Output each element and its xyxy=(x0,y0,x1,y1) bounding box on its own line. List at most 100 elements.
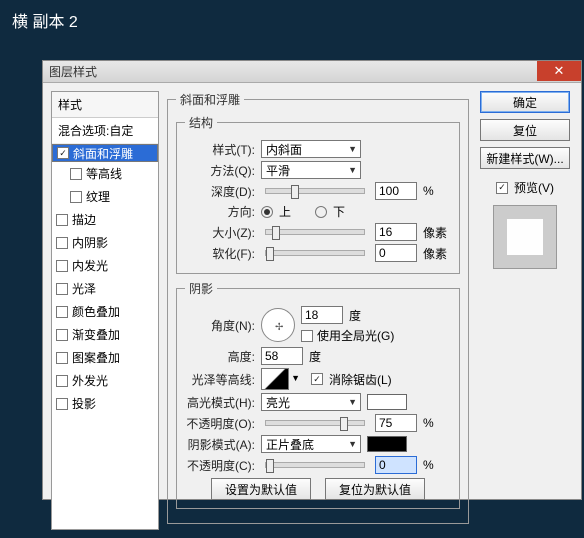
size-label: 大小(Z): xyxy=(185,224,255,241)
gloss-contour-picker[interactable]: ▼ xyxy=(261,368,289,390)
cancel-button[interactable]: 复位 xyxy=(480,119,570,141)
highlight-opacity-slider[interactable] xyxy=(265,420,365,426)
highlight-color-swatch[interactable] xyxy=(367,394,407,410)
shadow-opacity-unit: % xyxy=(423,458,451,472)
style-item-7[interactable]: 颜色叠加 xyxy=(52,300,158,323)
style-item-label: 描边 xyxy=(72,211,96,228)
style-checkbox[interactable] xyxy=(56,375,68,387)
center-panel: 斜面和浮雕 结构 样式(T): 内斜面▼ 方法(Q): 平滑▼ 深度(D): 1… xyxy=(167,91,469,530)
style-checkbox[interactable] xyxy=(56,329,68,341)
style-checkbox[interactable] xyxy=(56,306,68,318)
dir-down-label: 下 xyxy=(333,203,345,220)
angle-input[interactable]: 18 xyxy=(301,306,343,324)
style-item-label: 内发光 xyxy=(72,257,108,274)
dir-up-label: 上 xyxy=(279,203,291,220)
shadow-mode-select[interactable]: 正片叠底▼ xyxy=(261,435,361,453)
style-item-label: 外发光 xyxy=(72,372,108,389)
style-checkbox[interactable] xyxy=(70,168,82,180)
size-unit: 像素 xyxy=(423,224,451,241)
highlight-mode-select[interactable]: 亮光▼ xyxy=(261,393,361,411)
highlight-opacity-unit: % xyxy=(423,416,451,430)
shading-legend: 阴影 xyxy=(185,280,217,297)
antialias-checkbox[interactable]: ✓ xyxy=(311,373,323,385)
style-item-label: 图案叠加 xyxy=(72,349,120,366)
chevron-down-icon: ▼ xyxy=(348,165,357,175)
crosshair-icon: ✢ xyxy=(275,322,283,333)
global-light-checkbox[interactable] xyxy=(301,330,313,342)
shadow-color-swatch[interactable] xyxy=(367,436,407,452)
style-checkbox[interactable] xyxy=(56,283,68,295)
right-panel: 确定 复位 新建样式(W)... ✓ 预览(V) xyxy=(477,91,573,530)
angle-label: 角度(N): xyxy=(185,317,255,334)
soften-input[interactable]: 0 xyxy=(375,244,417,262)
size-input[interactable]: 16 xyxy=(375,223,417,241)
gloss-contour-label: 光泽等高线: xyxy=(185,371,255,388)
style-checkbox[interactable] xyxy=(56,260,68,272)
style-item-11[interactable]: 投影 xyxy=(52,392,158,415)
style-item-label: 渐变叠加 xyxy=(72,326,120,343)
chevron-down-icon: ▼ xyxy=(348,144,357,154)
layer-style-dialog: 图层样式 ✕ 样式 混合选项:自定 ✓斜面和浮雕等高线纹理描边内阴影内发光光泽颜… xyxy=(42,60,582,500)
altitude-unit: 度 xyxy=(309,348,321,365)
chevron-down-icon: ▼ xyxy=(348,439,357,449)
style-label: 样式(T): xyxy=(185,141,255,158)
blend-options[interactable]: 混合选项:自定 xyxy=(52,118,158,144)
style-item-label: 纹理 xyxy=(86,188,110,205)
style-checkbox[interactable]: ✓ xyxy=(57,147,69,159)
radio-up[interactable] xyxy=(261,206,273,218)
style-checkbox[interactable] xyxy=(56,237,68,249)
new-style-button[interactable]: 新建样式(W)... xyxy=(480,147,570,169)
bevel-legend: 斜面和浮雕 xyxy=(176,91,244,108)
angle-dial[interactable]: ✢ xyxy=(261,308,295,342)
shadow-opacity-slider[interactable] xyxy=(265,462,365,468)
app-title: 横 副本 2 xyxy=(0,0,584,40)
styles-header: 样式 xyxy=(52,92,158,118)
altitude-input[interactable]: 58 xyxy=(261,347,303,365)
soften-label: 软化(F): xyxy=(185,245,255,262)
style-checkbox[interactable] xyxy=(70,191,82,203)
style-item-8[interactable]: 渐变叠加 xyxy=(52,323,158,346)
style-checkbox[interactable] xyxy=(56,398,68,410)
style-item-2[interactable]: 纹理 xyxy=(52,185,158,208)
style-item-4[interactable]: 内阴影 xyxy=(52,231,158,254)
style-item-5[interactable]: 内发光 xyxy=(52,254,158,277)
structure-group: 结构 样式(T): 内斜面▼ 方法(Q): 平滑▼ 深度(D): 100 % xyxy=(176,114,460,274)
radio-down[interactable] xyxy=(315,206,327,218)
depth-unit: % xyxy=(423,184,451,198)
dialog-title: 图层样式 xyxy=(49,63,97,80)
style-item-10[interactable]: 外发光 xyxy=(52,369,158,392)
style-item-0[interactable]: ✓斜面和浮雕 xyxy=(52,144,158,162)
preview-swatch xyxy=(493,205,557,269)
preview-checkbox[interactable]: ✓ xyxy=(496,182,508,194)
altitude-label: 高度: xyxy=(185,348,255,365)
style-checkbox[interactable] xyxy=(56,352,68,364)
size-slider[interactable] xyxy=(265,229,365,235)
structure-legend: 结构 xyxy=(185,114,217,131)
style-item-1[interactable]: 等高线 xyxy=(52,162,158,185)
style-item-3[interactable]: 描边 xyxy=(52,208,158,231)
soften-unit: 像素 xyxy=(423,245,451,262)
shadow-opacity-input[interactable]: 0 xyxy=(375,456,417,474)
style-item-label: 颜色叠加 xyxy=(72,303,120,320)
make-default-button[interactable]: 设置为默认值 xyxy=(211,478,311,500)
depth-slider[interactable] xyxy=(265,188,365,194)
soften-slider[interactable] xyxy=(265,250,365,256)
angle-unit: 度 xyxy=(349,307,361,324)
chevron-down-icon: ▼ xyxy=(348,397,357,407)
depth-input[interactable]: 100 xyxy=(375,182,417,200)
style-item-label: 投影 xyxy=(72,395,96,412)
style-checkbox[interactable] xyxy=(56,214,68,226)
technique-select[interactable]: 平滑▼ xyxy=(261,161,361,179)
ok-button[interactable]: 确定 xyxy=(480,91,570,113)
style-item-label: 等高线 xyxy=(86,165,122,182)
style-item-label: 内阴影 xyxy=(72,234,108,251)
titlebar: 图层样式 ✕ xyxy=(43,61,581,83)
style-item-6[interactable]: 光泽 xyxy=(52,277,158,300)
reset-default-button[interactable]: 复位为默认值 xyxy=(325,478,425,500)
style-select[interactable]: 内斜面▼ xyxy=(261,140,361,158)
highlight-opacity-input[interactable]: 75 xyxy=(375,414,417,432)
style-item-9[interactable]: 图案叠加 xyxy=(52,346,158,369)
styles-panel: 样式 混合选项:自定 ✓斜面和浮雕等高线纹理描边内阴影内发光光泽颜色叠加渐变叠加… xyxy=(51,91,159,530)
preview-label: 预览(V) xyxy=(514,179,554,196)
close-button[interactable]: ✕ xyxy=(537,61,581,81)
